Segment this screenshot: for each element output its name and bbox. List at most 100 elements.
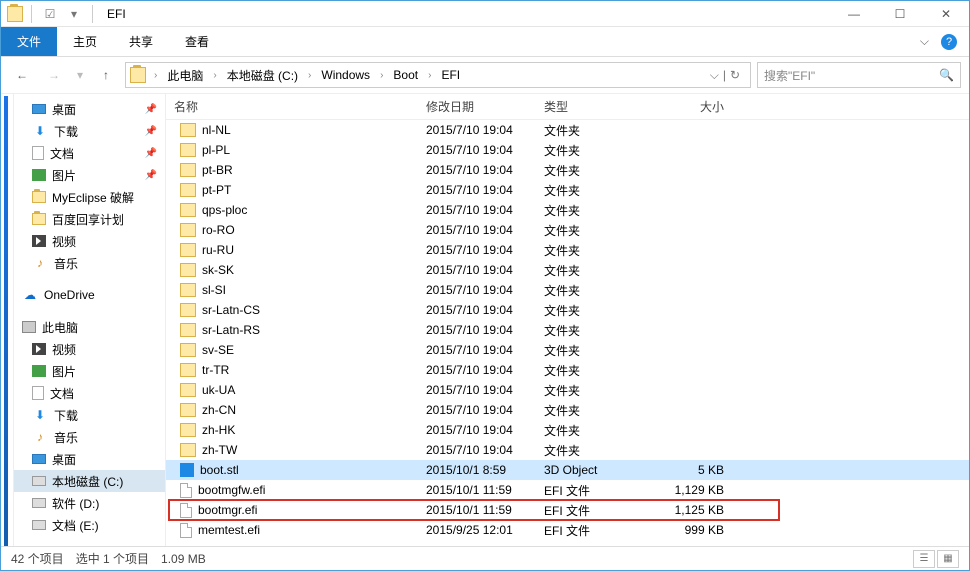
file-type: 文件夹 (536, 402, 646, 419)
nav-quick-item[interactable]: MyEclipse 破解 (14, 186, 165, 208)
table-row[interactable]: tr-TR2015/7/10 19:04文件夹 (166, 360, 969, 380)
nav-quick-item[interactable]: ⬇下载📌 (14, 120, 165, 142)
table-row[interactable]: sr-Latn-RS2015/7/10 19:04文件夹 (166, 320, 969, 340)
drive-icon (32, 476, 46, 486)
file-date: 2015/7/10 19:04 (418, 243, 536, 257)
table-row[interactable]: sr-Latn-CS2015/7/10 19:04文件夹 (166, 300, 969, 320)
folder-icon (180, 303, 196, 317)
table-row[interactable]: sk-SK2015/7/10 19:04文件夹 (166, 260, 969, 280)
tab-view[interactable]: 查看 (169, 27, 225, 56)
table-row[interactable]: uk-UA2015/7/10 19:04文件夹 (166, 380, 969, 400)
breadcrumb-efi[interactable]: EFI (437, 68, 464, 82)
file-type: 文件夹 (536, 242, 646, 259)
col-type[interactable]: 类型 (536, 98, 646, 115)
file-type: EFI 文件 (536, 522, 646, 539)
nav-quick-item[interactable]: 图片📌 (14, 164, 165, 186)
help-icon[interactable]: ? (941, 34, 957, 50)
table-row[interactable]: pl-PL2015/7/10 19:04文件夹 (166, 140, 969, 160)
table-row[interactable]: qps-ploc2015/7/10 19:04文件夹 (166, 200, 969, 220)
nav-quick-item[interactable]: 视频 (14, 230, 165, 252)
nav-pc-item[interactable]: 视频 (14, 338, 165, 360)
nav-pc-item[interactable]: ♪音乐 (14, 426, 165, 448)
tab-home[interactable]: 主页 (57, 27, 113, 56)
col-date[interactable]: 修改日期 (418, 98, 536, 115)
view-icons-button[interactable]: ▦ (937, 550, 959, 568)
breadcrumb-windows[interactable]: Windows (317, 68, 374, 82)
col-name[interactable]: 名称 (166, 98, 418, 115)
window-title: EFI (107, 7, 126, 21)
nav-label: 视频 (52, 233, 76, 250)
chevron-right-icon[interactable]: › (150, 70, 161, 81)
table-row[interactable]: pt-BR2015/7/10 19:04文件夹 (166, 160, 969, 180)
file-date: 2015/7/10 19:04 (418, 363, 536, 377)
nav-pc-item[interactable]: 软件 (D:) (14, 492, 165, 514)
nav-pc-item[interactable]: 文档 (E:) (14, 514, 165, 536)
chevron-right-icon[interactable]: › (209, 70, 220, 81)
nav-up-button[interactable]: ↑ (93, 62, 119, 88)
table-row[interactable]: zh-HK2015/7/10 19:04文件夹 (166, 420, 969, 440)
table-row[interactable]: zh-TW2015/7/10 19:04文件夹 (166, 440, 969, 460)
search-icon[interactable]: 🔍 (939, 68, 954, 82)
folder-icon (180, 323, 196, 337)
pin-icon: 📌 (145, 104, 157, 115)
table-row[interactable]: sl-SI2015/7/10 19:04文件夹 (166, 280, 969, 300)
search-input[interactable]: 搜索"EFI" 🔍 (757, 62, 961, 88)
nav-pc-item[interactable]: 图片 (14, 360, 165, 382)
table-row[interactable]: boot.stl2015/10/1 8:593D Object5 KB (166, 460, 969, 480)
nav-thispc[interactable]: 此电脑 (14, 316, 165, 338)
table-row[interactable]: ru-RU2015/7/10 19:04文件夹 (166, 240, 969, 260)
drive-icon (32, 498, 46, 508)
table-row[interactable]: zh-CN2015/7/10 19:04文件夹 (166, 400, 969, 420)
breadcrumb-dropdown[interactable]: ⌵ | ↻ (704, 68, 746, 83)
folder-icon (180, 283, 196, 297)
view-details-button[interactable]: ☰ (913, 550, 935, 568)
nav-pc-item[interactable]: 文档 (14, 382, 165, 404)
breadcrumb[interactable]: › 此电脑 › 本地磁盘 (C:) › Windows › Boot › EFI… (125, 62, 751, 88)
nav-pc-item[interactable]: 桌面 (14, 448, 165, 470)
qat-dropdown-icon[interactable]: ▾ (64, 4, 84, 24)
nav-quick-item[interactable]: 百度回享计划 (14, 208, 165, 230)
folder-icon (180, 143, 196, 157)
table-row[interactable]: memtest.efi2015/9/25 12:01EFI 文件999 KB (166, 520, 969, 540)
file-type: 文件夹 (536, 302, 646, 319)
breadcrumb-boot[interactable]: Boot (389, 68, 422, 82)
nav-forward-button[interactable]: → (41, 62, 67, 88)
nav-recent-dropdown[interactable]: ▾ (73, 62, 87, 88)
nav-back-button[interactable]: ← (9, 62, 35, 88)
file-type: 文件夹 (536, 122, 646, 139)
nav-label: 本地磁盘 (C:) (52, 473, 123, 490)
breadcrumb-drive-c[interactable]: 本地磁盘 (C:) (223, 67, 302, 84)
statusbar: 42 个项目 选中 1 个项目 1.09 MB ☰ ▦ (1, 546, 969, 570)
table-row[interactable]: nl-NL2015/7/10 19:04文件夹 (166, 120, 969, 140)
chevron-right-icon[interactable]: › (424, 70, 435, 81)
nav-quick-item[interactable]: ♪音乐 (14, 252, 165, 274)
table-row[interactable]: pt-PT2015/7/10 19:04文件夹 (166, 180, 969, 200)
nav-pc-item[interactable]: 本地磁盘 (C:) (14, 470, 165, 492)
nav-pc-item[interactable]: ⬇下载 (14, 404, 165, 426)
video-icon (32, 343, 46, 355)
tab-share[interactable]: 共享 (113, 27, 169, 56)
file-date: 2015/7/10 19:04 (418, 143, 536, 157)
chevron-right-icon[interactable]: › (376, 70, 387, 81)
left-gutter (1, 94, 14, 546)
qat-properties-icon[interactable]: ☑ (40, 4, 60, 24)
close-button[interactable]: ✕ (923, 1, 969, 27)
file-name: uk-UA (202, 383, 235, 397)
ribbon-chevron-icon[interactable]: ⌵ (920, 34, 929, 49)
maximize-button[interactable]: ☐ (877, 1, 923, 27)
table-row[interactable]: sv-SE2015/7/10 19:04文件夹 (166, 340, 969, 360)
nav-quick-item[interactable]: 桌面📌 (14, 98, 165, 120)
file-size: 1,129 KB (646, 483, 742, 497)
chevron-right-icon[interactable]: › (304, 70, 315, 81)
file-name: zh-CN (202, 403, 236, 417)
breadcrumb-thispc[interactable]: 此电脑 (163, 67, 207, 84)
nav-quick-item[interactable]: 文档📌 (14, 142, 165, 164)
table-row[interactable]: ro-RO2015/7/10 19:04文件夹 (166, 220, 969, 240)
tab-file[interactable]: 文件 (1, 27, 57, 56)
col-size[interactable]: 大小 (646, 98, 742, 115)
nav-onedrive[interactable]: ☁OneDrive (14, 284, 165, 306)
minimize-button[interactable]: — (831, 1, 877, 27)
table-row[interactable]: bootmgfw.efi2015/10/1 11:59EFI 文件1,129 K… (166, 480, 969, 500)
body: 桌面📌⬇下载📌文档📌图片📌MyEclipse 破解百度回享计划视频♪音乐☁One… (1, 93, 969, 546)
table-row[interactable]: bootmgr.efi2015/10/1 11:59EFI 文件1,125 KB (166, 500, 969, 520)
